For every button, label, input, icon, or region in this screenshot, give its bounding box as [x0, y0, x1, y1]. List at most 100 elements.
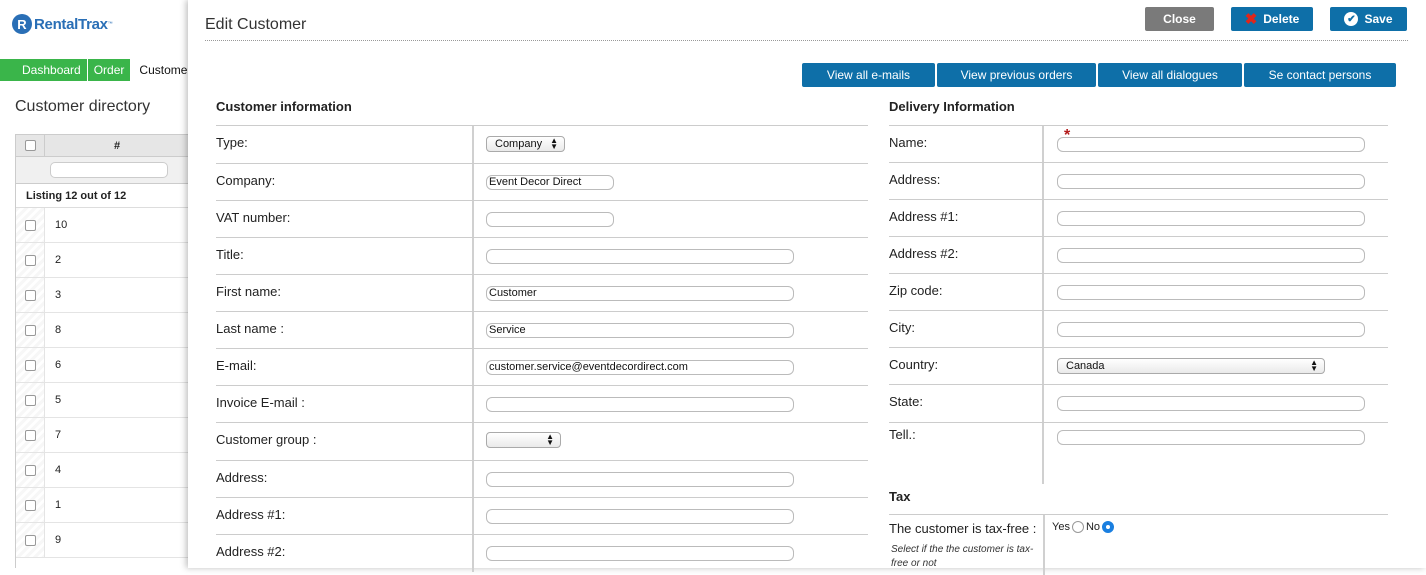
row-number: 1 [55, 499, 62, 511]
main-nav: Dashboard Order Customers [0, 59, 200, 81]
city-row: City: [889, 311, 1388, 348]
delivery-info-title: Delivery Information [889, 99, 1015, 114]
view-previous-orders-button[interactable]: View previous orders [937, 63, 1096, 87]
row-checkbox[interactable] [24, 534, 36, 546]
address1-input[interactable] [486, 509, 794, 524]
state-label: State: [889, 394, 923, 409]
delivery-address-input[interactable] [1057, 174, 1365, 189]
first-name-row: First name: Customer [216, 275, 868, 312]
grid-header: # [16, 134, 200, 157]
city-label: City: [889, 320, 915, 335]
row-checkbox[interactable] [24, 359, 36, 371]
row-number: 6 [55, 359, 62, 371]
invoice-email-input[interactable] [486, 397, 794, 412]
zip-input[interactable] [1057, 285, 1365, 300]
contact-persons-button[interactable]: Se contact persons [1244, 63, 1396, 87]
address2-input[interactable] [486, 546, 794, 561]
delivery-name-row: Name: [889, 126, 1388, 163]
customer-grid: # Listing 12 out of 12 10 2 3 8 6 5 7 4 … [15, 134, 200, 568]
logo-text: RentalTrax [34, 15, 108, 33]
listing-count: Listing 12 out of 12 [16, 184, 200, 208]
row-checkbox[interactable] [24, 324, 36, 336]
table-row[interactable]: 9 [16, 523, 200, 558]
logo-trademark: ™ [107, 21, 113, 27]
table-row[interactable]: 1 [16, 488, 200, 523]
edit-customer-dialog: Edit Customer Close ✖ Delete ✔ Save View… [188, 0, 1426, 575]
select-all-checkbox[interactable] [24, 140, 36, 151]
table-row[interactable]: 5 [16, 383, 200, 418]
vat-input[interactable] [486, 212, 614, 227]
invoice-email-label: Invoice E-mail : [216, 395, 305, 410]
tax-title: Tax [889, 489, 911, 504]
delete-button[interactable]: ✖ Delete [1231, 7, 1313, 31]
tax-no-label: No [1085, 521, 1101, 533]
delete-x-icon: ✖ [1244, 10, 1258, 28]
company-row: Company: Event Decor Direct [216, 164, 868, 201]
nav-dashboard[interactable]: Dashboard [0, 59, 87, 81]
title-input[interactable] [486, 249, 794, 264]
email-input[interactable]: customer.service@eventdecordirect.com [486, 360, 794, 375]
row-checkbox[interactable] [24, 219, 36, 231]
address2-row: Address #2: [216, 535, 868, 572]
delivery-name-input[interactable] [1057, 137, 1365, 152]
company-input[interactable]: Event Decor Direct [486, 175, 614, 190]
customer-info-form: Type: Company ▲ ▼ Company: Event Decor Di… [216, 125, 868, 572]
title-row: Title: [216, 238, 868, 275]
city-input[interactable] [1057, 322, 1365, 337]
tax-no-radio[interactable] [1102, 521, 1115, 533]
table-row[interactable]: 7 [16, 418, 200, 453]
row-checkbox[interactable] [24, 394, 36, 406]
email-label: E-mail: [216, 358, 257, 373]
select-arrows-icon: ▲ ▼ [550, 136, 558, 151]
save-button[interactable]: ✔ Save [1330, 7, 1407, 31]
country-row: Country: Canada ▲ ▼ [889, 348, 1388, 385]
table-row[interactable]: 10 [16, 208, 200, 243]
row-checkbox[interactable] [24, 499, 36, 511]
first-name-label: First name: [216, 284, 282, 299]
number-filter-input[interactable] [50, 162, 168, 178]
row-checkbox[interactable] [24, 464, 36, 476]
table-row[interactable]: 3 [16, 278, 200, 313]
app-logo[interactable]: R RentalTrax ™ [12, 14, 113, 34]
first-name-input[interactable]: Customer [486, 286, 794, 301]
row-number: 8 [55, 324, 62, 336]
row-number: 2 [55, 254, 62, 266]
row-checkbox[interactable] [24, 289, 36, 301]
tax-yes-radio[interactable] [1071, 521, 1084, 533]
type-label: Type: [216, 135, 248, 150]
table-row[interactable]: 2 [16, 243, 200, 278]
table-row[interactable]: 4 [16, 453, 200, 488]
row-number: 9 [55, 534, 62, 546]
title-label: Title: [216, 247, 244, 262]
country-select-value: Canada [1066, 360, 1105, 372]
nav-order[interactable]: Order [87, 59, 131, 81]
view-all-dialogues-button[interactable]: View all dialogues [1098, 63, 1242, 87]
row-number: 10 [55, 219, 68, 231]
table-row[interactable]: 8 [16, 313, 200, 348]
delivery-address1-input[interactable] [1057, 211, 1365, 226]
zip-row: Zip code: [889, 274, 1388, 311]
type-row: Type: Company ▲ ▼ [216, 126, 868, 164]
row-checkbox[interactable] [24, 254, 36, 266]
delivery-address-row: Address: [889, 163, 1388, 200]
type-select-value: Company [495, 138, 543, 150]
delivery-address1-label: Address #1: [889, 209, 959, 224]
address-input[interactable] [486, 472, 794, 487]
tax-free-hint: Select if the the customer is tax-free o… [891, 544, 1034, 569]
tel-row: Tell.: [889, 423, 1388, 484]
logo-mark: R [12, 14, 32, 34]
country-select[interactable]: Canada ▲ ▼ [1057, 358, 1325, 374]
view-all-emails-button[interactable]: View all e-mails [802, 63, 935, 87]
col-header-number[interactable]: # [45, 135, 190, 156]
table-row[interactable]: 6 [16, 348, 200, 383]
close-button[interactable]: Close [1145, 7, 1214, 31]
customer-group-select[interactable]: ▲ ▼ [486, 432, 561, 448]
state-input[interactable] [1057, 396, 1365, 411]
row-checkbox[interactable] [24, 429, 36, 441]
type-select[interactable]: Company ▲ ▼ [486, 136, 565, 152]
delete-button-label: Delete [1263, 12, 1300, 26]
last-name-input[interactable]: Service [486, 323, 794, 338]
delivery-address2-input[interactable] [1057, 248, 1365, 263]
tel-input[interactable] [1057, 430, 1365, 445]
delivery-address2-label: Address #2: [889, 246, 959, 261]
